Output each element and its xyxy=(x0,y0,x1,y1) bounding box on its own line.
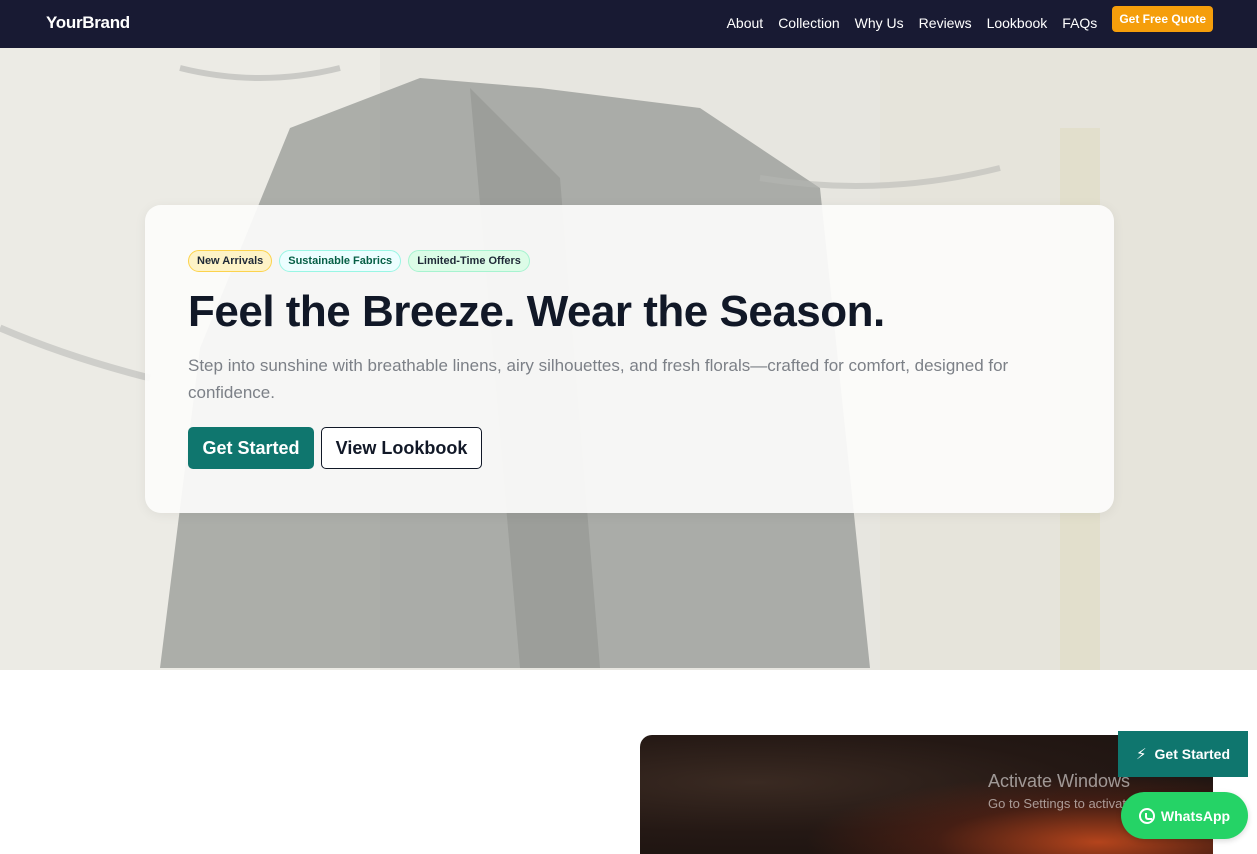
floating-get-started-button[interactable]: ⚡ Get Started xyxy=(1118,731,1248,777)
nav-link-collection[interactable]: Collection xyxy=(778,5,839,41)
hero-card: New Arrivals Sustainable Fabrics Limited… xyxy=(145,205,1114,513)
nav-link-about[interactable]: About xyxy=(727,5,764,41)
view-lookbook-button[interactable]: View Lookbook xyxy=(321,427,482,469)
nav-link-lookbook[interactable]: Lookbook xyxy=(987,5,1048,41)
chip-sustainable-fabrics: Sustainable Fabrics xyxy=(279,250,402,272)
hero-chips: New Arrivals Sustainable Fabrics Limited… xyxy=(188,250,537,272)
hero-cta-row: Get Started View Lookbook xyxy=(188,427,482,469)
nav-links: About Collection Why Us Reviews Lookbook… xyxy=(727,5,1213,41)
chip-limited-time-offers: Limited-Time Offers xyxy=(408,250,530,272)
brand-logo[interactable]: YourBrand xyxy=(46,13,130,33)
whatsapp-icon xyxy=(1138,807,1155,824)
hero-section: New Arrivals Sustainable Fabrics Limited… xyxy=(0,48,1257,670)
chip-new-arrivals: New Arrivals xyxy=(188,250,273,272)
hero-subtext: Step into sunshine with breathable linen… xyxy=(188,356,1009,402)
get-free-quote-button[interactable]: Get Free Quote xyxy=(1112,5,1213,32)
nav-link-faqs[interactable]: FAQs xyxy=(1062,5,1097,41)
floating-get-started-label: Get Started xyxy=(1154,746,1230,762)
get-started-button[interactable]: Get Started xyxy=(188,427,314,469)
nav-link-why-us[interactable]: Why Us xyxy=(855,5,904,41)
whatsapp-button[interactable]: WhatsApp xyxy=(1121,792,1248,839)
top-navbar: YourBrand About Collection Why Us Review… xyxy=(0,0,1257,48)
whatsapp-label: WhatsApp xyxy=(1160,807,1231,824)
hero-headline: Feel the Breeze. Wear the Season. xyxy=(188,287,885,336)
lightning-icon: ⚡ xyxy=(1135,746,1147,763)
nav-link-reviews[interactable]: Reviews xyxy=(919,5,972,41)
